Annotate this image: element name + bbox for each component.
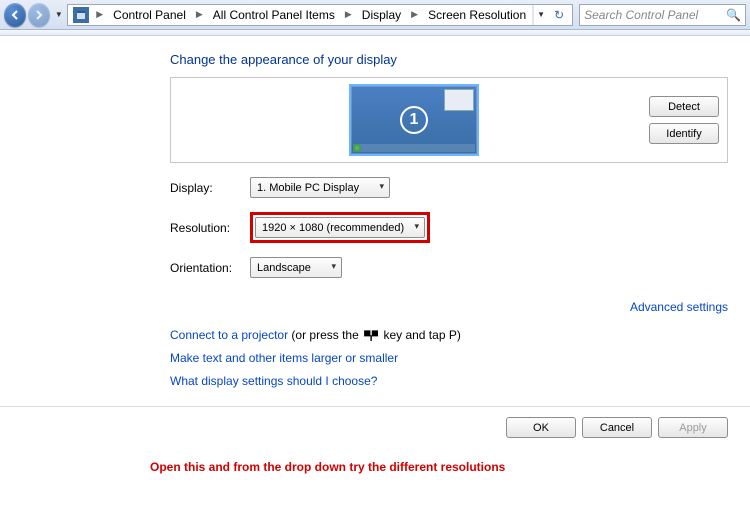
detect-button[interactable]: Detect: [649, 96, 719, 117]
breadcrumb-item[interactable]: Screen Resolution: [422, 5, 532, 25]
identify-button[interactable]: Identify: [649, 123, 719, 144]
monitor-preview[interactable]: 1: [349, 84, 479, 156]
cancel-button[interactable]: Cancel: [582, 417, 652, 438]
text-size-link[interactable]: Make text and other items larger or smal…: [170, 351, 398, 365]
ok-button[interactable]: OK: [506, 417, 576, 438]
display-help-link[interactable]: What display settings should I choose?: [170, 374, 377, 388]
windows-key-icon: [364, 330, 378, 341]
monitor-number: 1: [400, 106, 428, 134]
search-icon: 🔍: [726, 8, 741, 22]
advanced-settings-link[interactable]: Advanced settings: [630, 300, 728, 314]
breadcrumb-item[interactable]: Control Panel: [107, 5, 192, 25]
footer-buttons: OK Cancel Apply: [0, 407, 750, 438]
breadcrumb: ▶ Control Panel ▶ All Control Panel Item…: [67, 4, 573, 26]
chevron-right-icon[interactable]: ▶: [341, 5, 356, 25]
connect-projector-link[interactable]: Connect to a projector: [170, 328, 288, 342]
navigation-bar: ▼ ▶ Control Panel ▶ All Control Panel It…: [0, 0, 750, 30]
apply-button: Apply: [658, 417, 728, 438]
highlight-box: 1920 × 1080 (recommended): [250, 212, 430, 243]
search-placeholder: Search Control Panel: [584, 8, 698, 22]
display-select[interactable]: 1. Mobile PC Display: [250, 177, 390, 198]
window-thumbnail-icon: [444, 89, 474, 111]
display-preview-panel: 1 Detect Identify: [170, 77, 728, 163]
page-title: Change the appearance of your display: [170, 52, 728, 67]
orientation-label: Orientation:: [170, 261, 242, 275]
resolution-select[interactable]: 1920 × 1080 (recommended): [255, 217, 425, 238]
help-links: Connect to a projector (or press the key…: [170, 324, 728, 392]
resolution-label: Resolution:: [170, 221, 242, 235]
control-panel-icon: [73, 7, 89, 23]
search-input[interactable]: Search Control Panel 🔍: [579, 4, 746, 26]
orientation-select[interactable]: Landscape: [250, 257, 342, 278]
back-button[interactable]: [4, 3, 26, 27]
path-dropdown-icon[interactable]: ▼: [534, 5, 548, 25]
refresh-button[interactable]: ↻: [548, 5, 570, 25]
chevron-right-icon[interactable]: ▶: [92, 5, 107, 25]
breadcrumb-item[interactable]: All Control Panel Items: [207, 5, 341, 25]
breadcrumb-item[interactable]: Display: [356, 5, 407, 25]
chevron-right-icon[interactable]: ▶: [192, 5, 207, 25]
start-orb-icon: [353, 144, 361, 152]
annotation-text: Open this and from the drop down try the…: [150, 460, 750, 474]
history-dropdown-icon[interactable]: ▼: [52, 5, 65, 25]
forward-button[interactable]: [28, 3, 50, 27]
chevron-right-icon[interactable]: ▶: [407, 5, 422, 25]
display-label: Display:: [170, 181, 242, 195]
